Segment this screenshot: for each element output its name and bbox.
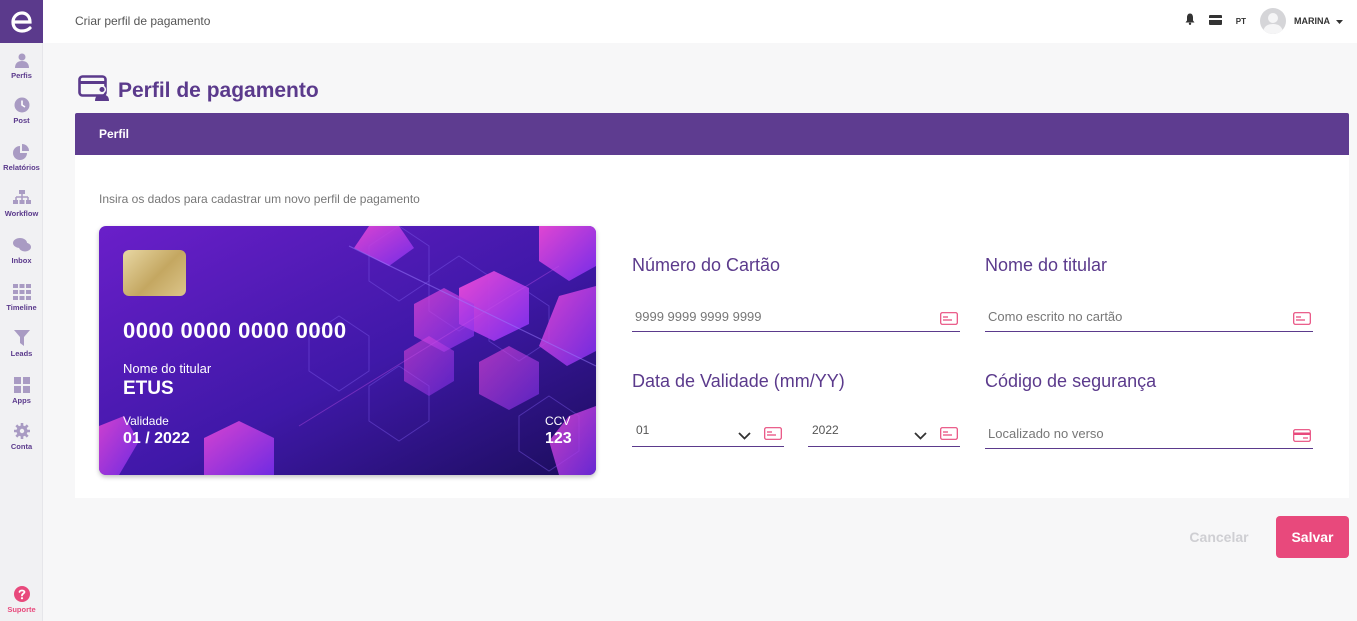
help-icon [13,585,31,603]
sidebar-item-leads[interactable]: Leads [0,329,43,358]
expiry-year-value: 2022 [812,423,839,437]
sidebar: Perfis Post Relatórios Workflow Inbox Ti… [0,0,43,621]
card-ccv-label: CCV [545,414,571,428]
pie-chart-icon [12,143,31,161]
payment-profile-icon [78,75,110,106]
credit-card-icon[interactable] [1208,12,1222,30]
sidebar-item-relatorios[interactable]: Relatórios [0,143,43,172]
page-title: Perfil de pagamento [118,78,319,102]
clock-icon [13,96,31,114]
card-icon [764,427,782,445]
sidebar-item-label: Leads [10,349,33,358]
caret-down-icon[interactable] [1336,12,1343,30]
user-name[interactable]: MARINA [1294,16,1330,26]
card-icon [940,312,958,330]
language-selector[interactable]: PT [1236,17,1246,26]
card-number-display: 0000 0000 0000 0000 [123,318,347,343]
grid-icon [12,283,31,301]
security-code-field [985,419,1313,449]
card-holder-display: ETUS [123,378,174,399]
card-holder-label: Nome do titular [123,361,212,376]
card-validity-label: Validade [123,414,169,428]
holder-name-label: Nome do titular [985,255,1108,275]
chat-icon [12,236,31,254]
avatar-icon [1263,13,1283,34]
sidebar-item-label: Conta [10,442,33,451]
sidebar-item-perfis[interactable]: Perfis [0,51,43,80]
sidebar-item-apps[interactable]: Apps [0,376,43,405]
sidebar-item-label: Apps [12,396,31,405]
topbar: Criar perfil de pagamento PT MARINA [43,0,1357,43]
expiry-year-select[interactable]: 2022 [808,417,960,447]
breadcrumb: Criar perfil de pagamento [75,14,211,28]
card-number-field [632,302,960,332]
security-code-input[interactable] [985,419,1313,447]
sidebar-item-label: Post [13,116,30,125]
sidebar-item-label: Perfis [11,71,32,80]
sidebar-item-label: Inbox [11,256,32,265]
sidebar-item-label: Suporte [7,605,36,614]
sidebar-item-timeline[interactable]: Timeline [0,283,43,312]
app-logo[interactable] [0,0,43,43]
sidebar-item-suporte[interactable]: Suporte [0,585,43,614]
card-ccv-display: 123 [545,430,572,447]
expiry-month-value: 01 [636,423,650,437]
chevron-down-icon [738,427,751,445]
sidebar-item-post[interactable]: Post [0,96,43,125]
avatar[interactable] [1260,8,1286,34]
instruction-text: Insira os dados para cadastrar um novo p… [99,192,420,206]
card-icon [1293,312,1311,330]
filter-icon [13,329,31,347]
sidebar-item-workflow[interactable]: Workflow [0,189,43,218]
expiry-month-select[interactable]: 01 [632,417,784,447]
card-chip [123,250,186,296]
sidebar-item-label: Workflow [4,209,39,218]
panel-body: Insira os dados para cadastrar um novo p… [75,155,1349,498]
card-validity-display: 01 / 2022 [123,430,190,447]
sidebar-item-label: Relatórios [3,163,40,172]
card-preview: 0000 0000 0000 0000 Nome do titular ETUS… [99,226,596,475]
panel-title: Perfil [99,127,130,141]
save-button[interactable]: Salvar [1276,516,1349,558]
logo-icon [10,10,32,33]
card-back-icon [1293,429,1311,447]
sitemap-icon [12,189,31,207]
sidebar-item-inbox[interactable]: Inbox [0,236,43,265]
card-icon [940,427,958,445]
bell-icon[interactable] [1185,12,1195,30]
chevron-down-icon [914,427,927,445]
page-header: Perfil de pagamento [78,75,319,106]
holder-name-input[interactable] [985,302,1313,330]
expiry-label: Data de Validade (mm/YY) [632,371,845,391]
security-code-label: Código de segurança [985,371,1157,391]
sidebar-item-label: Timeline [6,303,37,312]
card-number-label: Número do Cartão [632,255,781,275]
user-icon [13,51,31,69]
panel-header: Perfil [75,113,1349,155]
apps-icon [13,376,31,394]
sidebar-item-conta[interactable]: Conta [0,422,43,451]
gear-icon [13,422,31,440]
holder-name-field [985,302,1313,332]
card-number-input[interactable] [632,302,960,330]
cancel-button[interactable]: Cancelar [1180,520,1258,554]
